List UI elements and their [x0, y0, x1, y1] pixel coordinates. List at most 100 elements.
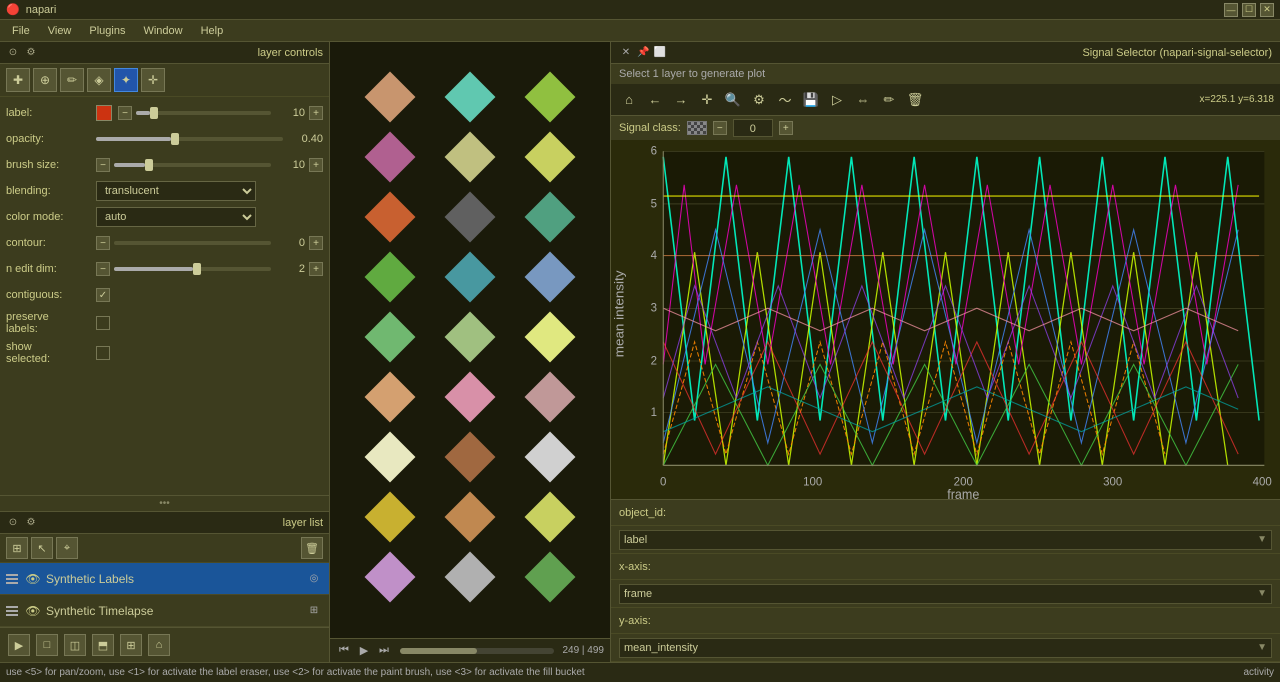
label-plus[interactable]: + — [309, 106, 323, 120]
canvas-view[interactable]: // shapes rendered inline below — [330, 42, 610, 662]
maximize-button[interactable]: ☐ — [1242, 3, 1256, 17]
minimize-button[interactable]: — — [1224, 3, 1238, 17]
layer-list-icon2[interactable]: ⚙ — [24, 516, 38, 530]
go-start-btn[interactable]: ⏮ — [336, 643, 352, 659]
contour-slider-track[interactable] — [114, 241, 271, 245]
sig-forward-btn[interactable]: → — [669, 88, 693, 112]
signal-pin-icon[interactable]: 📌 — [637, 47, 649, 58]
n-edit-dim-plus[interactable]: + — [309, 262, 323, 276]
brush-size-minus[interactable]: − — [96, 158, 110, 172]
preserve-labels-checkbox[interactable] — [96, 316, 110, 330]
bottom-nav: ▶ □ ◫ ⬒ ⊞ ⌂ — [0, 627, 329, 662]
console-btn[interactable]: ▶ — [8, 634, 30, 656]
n-edit-dim-minus[interactable]: − — [96, 262, 110, 276]
signal-close-btn[interactable]: ✕ — [619, 46, 633, 60]
layer-item-synthetic-labels[interactable]: 👁 Synthetic Labels ◎ — [0, 563, 329, 595]
play-btn[interactable]: ▶ — [356, 643, 372, 659]
save-btn[interactable]: ⬒ — [92, 634, 114, 656]
x-axis-dropdown[interactable]: frame ▼ — [619, 584, 1272, 604]
transform-tool[interactable]: ✚ — [6, 68, 30, 92]
grid-btn[interactable]: ⊞ — [120, 634, 142, 656]
signal-class-minus[interactable]: − — [713, 121, 727, 135]
svg-text:1: 1 — [651, 405, 658, 419]
expand-handle[interactable]: ••• — [0, 495, 329, 511]
svg-text:2: 2 — [651, 353, 658, 367]
progress-track[interactable] — [400, 648, 554, 654]
sig-draw-btn[interactable]: ✏ — [877, 88, 901, 112]
sig-delete-btn[interactable]: 🗑 — [903, 88, 927, 112]
contour-plus[interactable]: + — [309, 236, 323, 250]
layer-grid-btn[interactable]: ⊞ — [6, 537, 28, 559]
object-id-dropdown[interactable]: label ▼ — [619, 530, 1272, 550]
signal-maximize-icon[interactable]: ⬜ — [653, 47, 665, 58]
sig-settings-btn[interactable]: ⚙ — [747, 88, 771, 112]
close-button[interactable]: ✕ — [1260, 3, 1274, 17]
menu-help[interactable]: Help — [193, 23, 232, 39]
layers-btn[interactable]: ◫ — [64, 634, 86, 656]
label-color-swatch[interactable] — [96, 105, 112, 121]
home-btn[interactable]: ⌂ — [148, 634, 170, 656]
y-axis-dropdown[interactable]: mean_intensity ▼ — [619, 638, 1272, 658]
contiguous-checkbox[interactable]: ✓ — [96, 288, 110, 302]
layer-item-synthetic-timelapse[interactable]: 👁 Synthetic Timelapse ⊞ — [0, 595, 329, 627]
menu-view[interactable]: View — [40, 23, 80, 39]
sig-back-btn[interactable]: ← — [643, 88, 667, 112]
layer-list-section: ⊙ ⚙ layer list ⊞ ↖ ⌖ 🗑 👁 Synthetic Label… — [0, 511, 329, 627]
color-mode-select[interactable]: auto direct — [96, 207, 256, 227]
menu-plugins[interactable]: Plugins — [81, 23, 133, 39]
n-edit-dim-value: 2 — [275, 263, 305, 275]
sig-home-btn[interactable]: ⌂ — [617, 88, 641, 112]
status-bar: use <5> for pan/zoom, use <1> for activa… — [0, 662, 1280, 682]
blending-select[interactable]: translucent opaque additive — [96, 181, 256, 201]
app-title: napari — [26, 4, 57, 16]
x-axis-value-row: frame ▼ — [611, 580, 1280, 608]
move-tool[interactable]: ✛ — [141, 68, 165, 92]
layer-lasso-btn[interactable]: ⌖ — [56, 537, 78, 559]
titlebar: 🔴 napari — ☐ ✕ — [0, 0, 1280, 20]
color-mode-row: color mode: auto direct — [6, 207, 323, 227]
opacity-slider-track[interactable] — [96, 137, 283, 141]
n-edit-dim-row: n edit dim: − 2 + — [6, 259, 323, 279]
menu-window[interactable]: Window — [135, 23, 190, 39]
show-selected-checkbox[interactable] — [96, 346, 110, 360]
rect-btn[interactable]: □ — [36, 634, 58, 656]
point-tool[interactable]: ✦ — [114, 68, 138, 92]
app-icon: 🔴 — [6, 3, 20, 16]
svg-text:5: 5 — [651, 196, 658, 210]
signal-class-label: Signal class: — [619, 122, 681, 134]
eyedropper-tool[interactable]: ✏ — [60, 68, 84, 92]
blending-label: blending: — [6, 185, 96, 197]
signal-class-checker — [687, 121, 707, 135]
signal-class-plus[interactable]: + — [779, 121, 793, 135]
playback-bar: ⏮ ▶ ⏭ 249 | 499 — [330, 638, 610, 662]
paint-tool[interactable]: ⊕ — [33, 68, 57, 92]
menu-file[interactable]: File — [4, 23, 38, 39]
sig-save-btn[interactable]: 💾 — [799, 88, 823, 112]
layer-visibility-icon[interactable]: 👁 — [24, 570, 42, 588]
contour-minus[interactable]: − — [96, 236, 110, 250]
svg-text:frame: frame — [947, 487, 979, 499]
object-id-row: object_id: — [611, 500, 1280, 526]
sig-select-btn[interactable]: ▷ — [825, 88, 849, 112]
label-value: 10 — [275, 107, 305, 119]
brush-size-plus[interactable]: + — [309, 158, 323, 172]
delete-layer-btn[interactable]: 🗑 — [301, 537, 323, 559]
fill-tool[interactable]: ◈ — [87, 68, 111, 92]
layer-visibility-icon-2[interactable]: 👁 — [24, 602, 42, 620]
go-end-btn[interactable]: ⏭ — [376, 643, 392, 659]
n-edit-dim-slider-track[interactable] — [114, 267, 271, 271]
sig-range-btn[interactable]: ⇔ — [851, 88, 875, 112]
opacity-label: opacity: — [6, 133, 96, 145]
brush-size-slider-track[interactable] — [114, 163, 271, 167]
sig-curve-btn[interactable]: 〜 — [773, 88, 797, 112]
settings-icon[interactable]: ⚙ — [24, 46, 38, 60]
layer-select-btn[interactable]: ↖ — [31, 537, 53, 559]
sig-pan-btn[interactable]: ✛ — [695, 88, 719, 112]
status-text: use <5> for pan/zoom, use <1> for activa… — [6, 667, 585, 678]
search-icon[interactable]: ⊙ — [6, 46, 20, 60]
sig-zoom-btn[interactable]: 🔍 — [721, 88, 745, 112]
label-slider-track[interactable] — [136, 111, 271, 115]
label-minus[interactable]: − — [118, 106, 132, 120]
layer-list-icon1[interactable]: ⊙ — [6, 516, 20, 530]
window-controls: — ☐ ✕ — [1224, 3, 1274, 17]
